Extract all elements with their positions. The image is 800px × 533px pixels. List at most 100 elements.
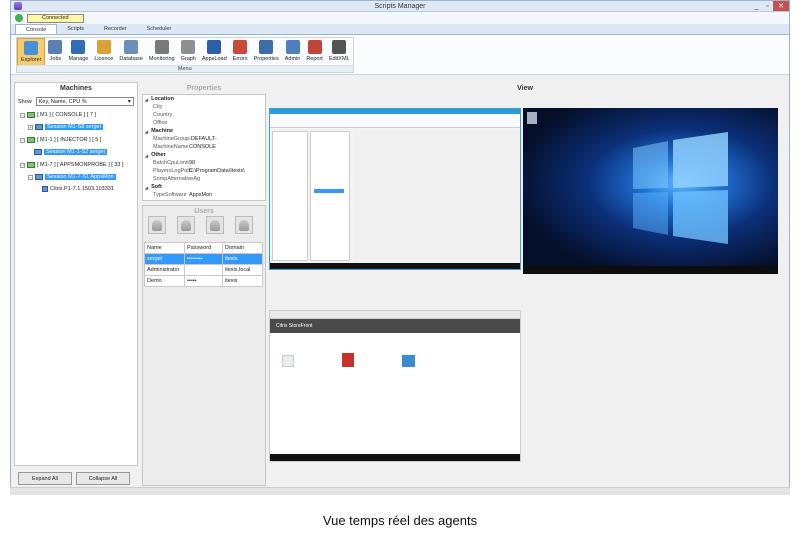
ribbon-button-label: Admin xyxy=(284,56,301,62)
tab-console[interactable]: Console xyxy=(15,24,58,34)
tab-scripts[interactable]: Scripts xyxy=(57,24,94,34)
nested-machines xyxy=(272,131,308,261)
tree-session-m1-7-s1[interactable]: − Session M1-7-S1 AppsMon xyxy=(28,174,116,180)
errors-icon xyxy=(233,40,248,54)
show-label: Show xyxy=(18,98,32,105)
column-header-password[interactable]: Password xyxy=(184,242,223,254)
user-domain: itexis xyxy=(222,275,263,287)
property-value: CONSOLE xyxy=(189,144,216,150)
storefront-title: Citrix StoreFront xyxy=(276,323,313,329)
property-key: MachineName xyxy=(153,144,189,150)
main-tabs: Console Scripts Recorder Scheduler xyxy=(11,24,789,35)
collapse-icon[interactable]: − xyxy=(20,112,25,118)
tree-node-label: [ M1 ] [ CONSOLE ] [ 7 ] xyxy=(37,112,96,118)
minimize-button[interactable]: _ xyxy=(751,1,762,11)
ribbon-button-label: Monitoring xyxy=(148,56,175,62)
user-edit-icon xyxy=(210,219,220,231)
agent-view-citrix-storefront[interactable]: Citrix StoreFront xyxy=(269,310,521,462)
table-row[interactable]: Demo ••••• itexis xyxy=(144,275,263,287)
table-row[interactable]: Administrator itexis.local xyxy=(144,264,263,276)
property-row[interactable]: BatchCpuLimit 90 xyxy=(143,159,265,167)
add-user-button[interactable] xyxy=(148,216,166,234)
show-filter: Show Key, Name, CPU % xyxy=(18,97,134,106)
explorer-app-icon[interactable] xyxy=(282,355,294,367)
tree-machine-m1[interactable]: − [ M1 ] [ CONSOLE ] [ 7 ] xyxy=(20,112,96,118)
user-group-icon xyxy=(181,219,191,231)
property-row[interactable]: City xyxy=(143,103,265,111)
horizontal-scrollbar[interactable] xyxy=(10,487,790,495)
collapse-all-button[interactable]: Collapse All xyxy=(76,472,130,485)
tree-node-label: Citrix.P1-7.1.1503.103331 xyxy=(50,186,114,192)
property-row[interactable]: PlayersLogPath C:\ProgramData\Itexis\ xyxy=(143,167,265,175)
ribbon-button-label: Graph xyxy=(180,56,196,62)
collapse-icon[interactable]: − xyxy=(20,162,25,168)
storefront-taskbar xyxy=(270,454,520,461)
session-icon xyxy=(35,124,43,130)
agent-view-windows-desktop[interactable] xyxy=(523,108,778,274)
users-header-row: Name Password Domain xyxy=(144,242,263,254)
jobs-icon xyxy=(48,40,63,54)
tree-app-citrix[interactable]: Citrix.P1-7.1.1503.103331 xyxy=(42,186,114,192)
column-header-domain[interactable]: Domain xyxy=(222,242,263,254)
ribbon-group-label: Menu xyxy=(17,65,353,72)
filezilla-app-icon[interactable] xyxy=(342,353,354,367)
tree-session-m1-1-s2[interactable]: Session M1-1-S2 sergel xyxy=(34,149,107,155)
user-add-icon xyxy=(152,219,162,231)
property-row[interactable]: TypeSoftware AppsMon xyxy=(143,191,265,199)
tree-node-label: [ M1-1 ] [ INJECTOR ] [ 5 ] xyxy=(37,137,102,143)
notepad-app-icon[interactable] xyxy=(402,355,415,367)
ribbon-menu-group: Explorer Jobs Manage Licence Database Monitor… xyxy=(16,37,354,73)
expand-all-button[interactable]: Expand All xyxy=(18,472,72,485)
property-category[interactable]: Other xyxy=(143,151,265,159)
property-row[interactable]: MachineGroup -DEFAULT- xyxy=(143,135,265,143)
view-title: View xyxy=(517,85,533,92)
status-row: Connected xyxy=(11,12,789,24)
edit-user-button[interactable] xyxy=(206,216,224,234)
property-row[interactable]: SnmpAlternativeAg xyxy=(143,175,265,183)
property-category[interactable]: Soft xyxy=(143,183,265,191)
ribbon: Explorer Jobs Manage Licence Database Monitor… xyxy=(11,35,789,75)
property-value: AppsMon xyxy=(189,192,213,198)
nested-properties xyxy=(310,131,350,261)
licence-icon xyxy=(96,40,111,54)
ribbon-button-label: Report xyxy=(306,56,323,62)
tab-scheduler[interactable]: Scheduler xyxy=(137,24,182,34)
property-category[interactable]: Machine xyxy=(143,127,265,135)
tree-machine-m1-1[interactable]: − [ M1-1 ] [ INJECTOR ] [ 5 ] xyxy=(20,137,101,143)
title-bar: Scripts Manager _ ▫ ✕ xyxy=(11,1,789,12)
nested-taskbar xyxy=(270,263,520,269)
property-key: BatchCpuLimit xyxy=(153,160,189,166)
maximize-button[interactable]: ▫ xyxy=(762,1,773,11)
collapse-icon[interactable]: − xyxy=(20,137,25,143)
collapse-icon[interactable]: − xyxy=(28,174,33,180)
user-domain: itexis xyxy=(222,253,263,265)
property-value: 90 xyxy=(189,160,196,166)
storefront-header: Citrix StoreFront xyxy=(270,319,520,333)
show-select[interactable]: Key, Name, CPU % xyxy=(35,97,134,106)
table-row[interactable]: sergel •••••••• itexis xyxy=(144,253,263,265)
close-button[interactable]: ✕ xyxy=(773,1,789,11)
connection-status: Connected xyxy=(27,13,84,23)
property-row[interactable]: MachineName CONSOLE xyxy=(143,143,265,151)
tree-session-m1-s8[interactable]: + Session M1-S8 sergel xyxy=(28,124,103,130)
user-name: Demo xyxy=(144,275,185,287)
ribbon-button-label: Licence xyxy=(94,56,114,62)
add-group-button[interactable] xyxy=(177,216,195,234)
agent-view-scripts-manager[interactable] xyxy=(269,108,521,270)
property-category[interactable]: Location xyxy=(143,95,265,103)
property-row[interactable]: Office xyxy=(143,119,265,127)
appsload-icon xyxy=(207,40,222,54)
machines-title: Machines xyxy=(60,85,92,92)
monitoring-icon xyxy=(154,40,169,54)
tab-recorder[interactable]: Recorder xyxy=(94,24,137,34)
delete-user-button[interactable] xyxy=(235,216,253,234)
ribbon-button-label: Properties xyxy=(253,56,279,62)
column-header-name[interactable]: Name xyxy=(144,242,185,254)
ribbon-button-label: Errors xyxy=(232,56,248,62)
recycle-bin-icon[interactable] xyxy=(527,112,537,124)
editxml-icon xyxy=(332,40,347,54)
tree-machine-m1-7[interactable]: − [ M1-7 ] [ APPSMONPROBE ] [ 33 ] xyxy=(20,162,124,168)
users-title: Users xyxy=(194,208,214,215)
expand-icon[interactable]: + xyxy=(28,124,33,130)
property-row[interactable]: Country xyxy=(143,111,265,119)
